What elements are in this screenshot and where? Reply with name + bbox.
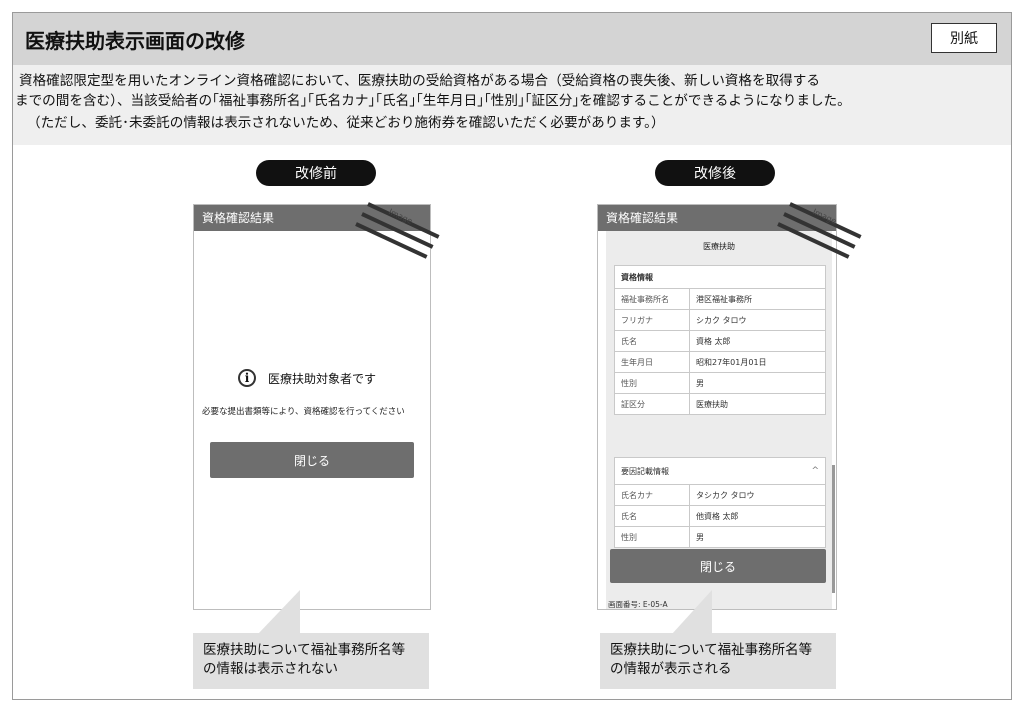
table-row: 証区分 医療扶助 [614,393,826,415]
table-row: 福祉事務所名 港区福祉事務所 [614,288,826,310]
before-note: 必要な提出書類等により、資格確認を行ってください [202,407,405,417]
after-caption: 医療扶助について福祉事務所名等 の情報が表示される [600,633,836,689]
before-caption: 医療扶助について福祉事務所名等 の情報は表示されない [193,633,429,689]
row-key: 性別 [614,526,690,548]
row-key: 証区分 [614,393,690,415]
after-caption-tail [672,590,712,634]
row-value: 港区福祉事務所 [689,288,826,310]
table-row: 氏名 資格 太郎 [614,330,826,352]
info-circle-icon: i [238,369,256,387]
after-image-stripes: Image [777,196,880,259]
row-key: 性別 [614,372,690,394]
after-image-label: Image [811,207,838,226]
row-value: シカク タロウ [689,309,826,331]
before-image-stripes: Image [355,196,458,259]
before-pill: 改修前 [256,160,376,186]
before-caption-line-1: 医療扶助について福祉事務所名等 [203,642,406,658]
description-line-1: 資格確認限定型を用いたオンライン資格確認において、医療扶助の受給資格がある場合（… [19,73,820,89]
qualification-table: 資格情報 福祉事務所名 港区福祉事務所 フリガナ シカク タロウ 氏名 資格 太郎 生… [614,265,826,415]
after-close-button[interactable]: 閉じる [610,549,826,583]
row-key: 氏名 [614,505,690,527]
notes-header: 要因記載情報 [621,466,669,476]
row-value: タシカク タロウ [689,484,826,506]
after-caption-line-2: の情報が表示される [610,661,732,677]
row-value: 他資格 太郎 [689,505,826,527]
scrollbar[interactable] [832,465,835,593]
table-row: 氏名 他資格 太郎 [614,505,826,527]
notes-table: 要因記載情報 ^ 氏名カナ タシカク タロウ 氏名 他資格 太郎 性別男 [614,457,826,548]
before-image-label: Image [387,207,414,226]
description-line-3: （ただし、委託･未委託の情報は表示されないため、従来どおり施術券を確認いただく必… [27,115,665,131]
table-row: 性別男 [614,372,826,394]
after-caption-line-1: 医療扶助について福祉事務所名等 [610,642,813,658]
table-row: フリガナ シカク タロウ [614,309,826,331]
chevron-up-icon[interactable]: ^ [811,466,819,476]
description-line-2: までの間を含む）、当該受給者の｢福祉事務所名｣｢氏名カナ｣｢氏名｣｢生年月日｣｢… [15,93,851,109]
notes-header-cell[interactable]: 要因記載情報 ^ [614,457,826,485]
before-info-row: i 医療扶助対象者です [238,369,376,387]
row-key: フリガナ [614,309,690,331]
row-value: 医療扶助 [689,393,826,415]
before-info-text: 医療扶助対象者です [268,371,377,386]
after-pill: 改修後 [655,160,775,186]
qualification-header: 資格情報 [614,265,826,289]
table-row: 氏名カナ タシカク タロウ [614,484,826,506]
after-body: 医療扶助 資格情報 福祉事務所名 港区福祉事務所 フリガナ シカク タロウ 氏名 資格… [606,231,832,609]
before-caption-tail [258,590,300,634]
screen-number: 画面番号: E-05-A [608,600,668,609]
row-key: 氏名カナ [614,484,690,506]
row-value: 資格 太郎 [689,330,826,352]
table-row: 生年月日 昭和27年01月01日 [614,351,826,373]
page-title: 医療扶助表示画面の改修 [25,29,245,53]
before-close-button[interactable]: 閉じる [210,442,414,478]
header-bar: 医療扶助表示画面の改修 別紙 [13,13,1011,65]
description-block: 資格確認限定型を用いたオンライン資格確認において、医療扶助の受給資格がある場合（… [13,65,1011,145]
row-value: 男 [689,526,826,548]
row-key: 生年月日 [614,351,690,373]
table-row: 性別男 [614,526,826,548]
before-phone-screen: 資格確認結果 i 医療扶助対象者です 必要な提出書類等により、資格確認を行ってく… [193,204,431,610]
row-key: 福祉事務所名 [614,288,690,310]
row-value: 男 [689,372,826,394]
row-key: 氏名 [614,330,690,352]
before-caption-line-2: の情報は表示されない [203,661,338,677]
attachment-label: 別紙 [931,23,997,53]
after-phone-screen: 資格確認結果 医療扶助 資格情報 福祉事務所名 港区福祉事務所 フリガナ シカク タ… [597,204,837,610]
row-value: 昭和27年01月01日 [689,351,826,373]
